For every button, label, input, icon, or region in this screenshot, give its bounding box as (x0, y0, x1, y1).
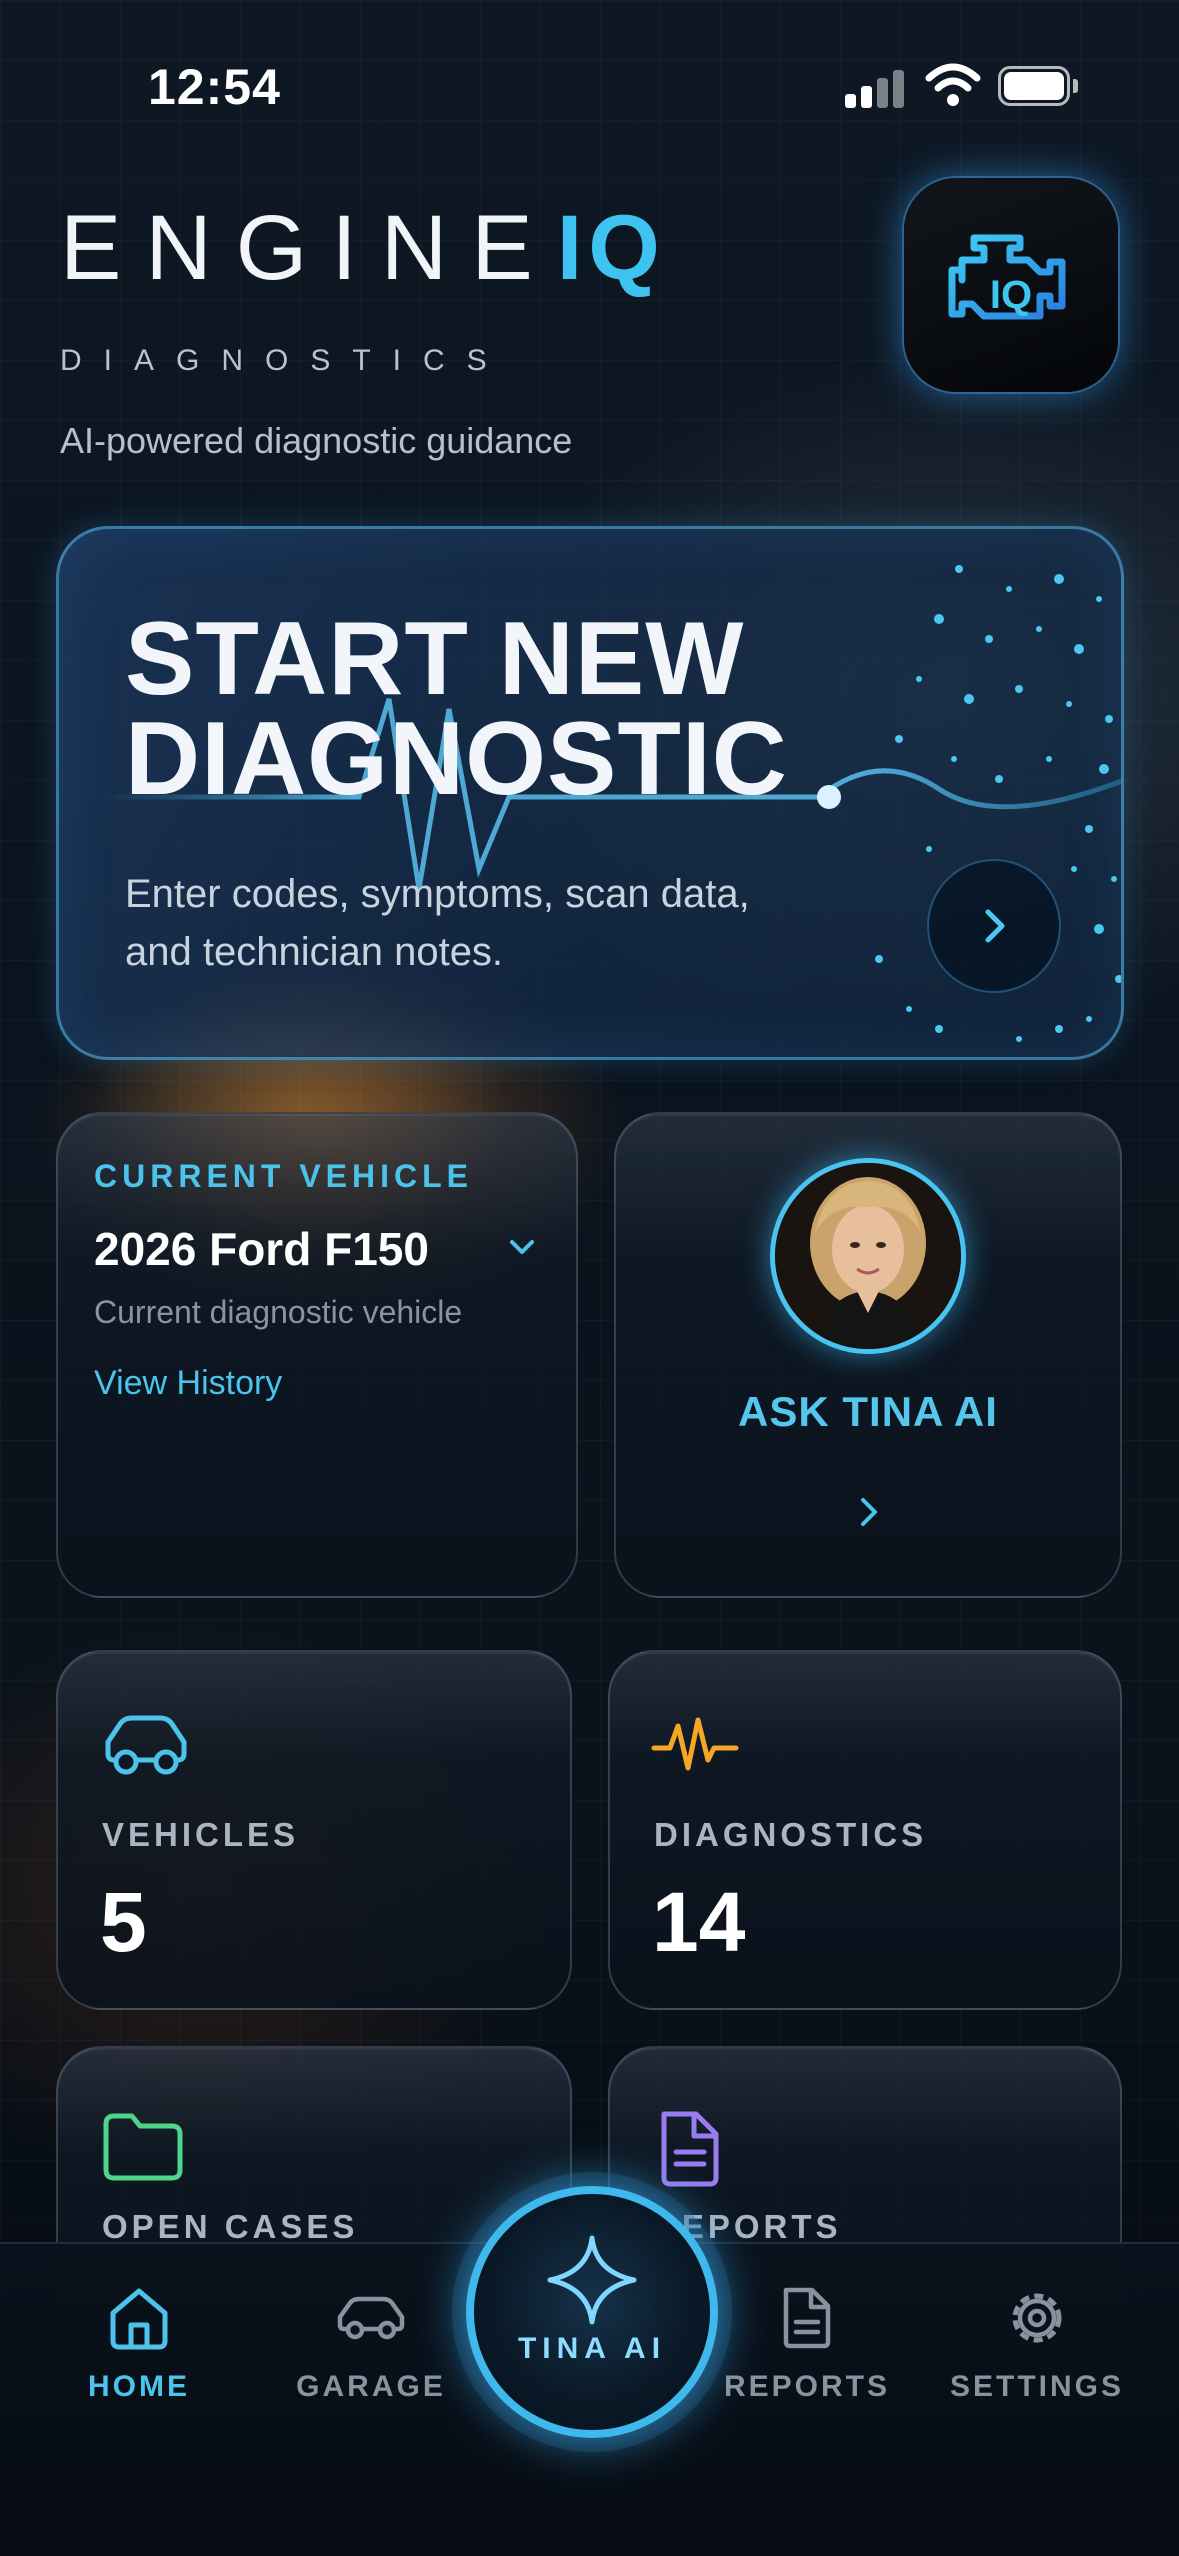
sparkle-icon (547, 2235, 637, 2325)
home-icon (110, 2288, 168, 2350)
tagline: AI-powered diagnostic guidance (60, 420, 573, 461)
vehicles-count: 5 (100, 1875, 147, 1969)
vehicles-label: VEHICLES (102, 1816, 300, 1853)
pulse-icon (651, 1717, 739, 1771)
tab-reports[interactable]: REPORTS (692, 2280, 922, 2430)
chevron-right-icon (861, 1498, 877, 1526)
car-icon (337, 2296, 405, 2340)
folder-icon (103, 2113, 183, 2181)
chevron-down-icon[interactable] (506, 1236, 538, 1260)
tab-garage-label: GARAGE (296, 2370, 446, 2403)
tab-garage[interactable]: GARAGE (256, 2280, 486, 2430)
tab-settings-label: SETTINGS (949, 2370, 1124, 2403)
brand-accent: IQ (556, 197, 666, 299)
vehicle-name[interactable]: 2026 Ford F150 (94, 1222, 429, 1276)
svg-text:IQ: IQ (990, 273, 1032, 317)
app-logo[interactable]: IQ (904, 178, 1118, 392)
hero-title-line2: DIAGNOSTIC (125, 701, 788, 817)
gear-icon (1012, 2293, 1062, 2343)
hero-title-line1: START NEW (125, 601, 745, 717)
car-icon (105, 1715, 187, 1775)
diagnostics-label: DIAGNOSTICS (654, 1816, 928, 1853)
battery-icon (998, 66, 1078, 106)
tab-home[interactable]: HOME (24, 2280, 254, 2430)
diagnostics-stat-card[interactable]: DIAGNOSTICS 14 (608, 1650, 1122, 2010)
chevron-right-icon (985, 909, 1005, 943)
current-vehicle-label: CURRENT VEHICLE (94, 1158, 474, 1194)
status-time: 12:54 (148, 59, 281, 115)
tab-home-label: HOME (88, 2370, 190, 2403)
wifi-icon (925, 63, 981, 106)
vehicle-subtitle: Current diagnostic vehicle (94, 1294, 463, 1330)
document-icon (783, 2287, 831, 2349)
engine-icon: IQ (948, 234, 1066, 320)
start-diagnostic-button[interactable] (927, 859, 1061, 993)
tab-settings[interactable]: SETTINGS (922, 2280, 1152, 2430)
tina-ai-label: TINA AI (517, 2332, 667, 2365)
current-vehicle-card[interactable]: CURRENT VEHICLE 2026 Ford F150 Current d… (56, 1112, 578, 1598)
ask-tina-label: ASK TINA AI (738, 1388, 998, 1435)
cellular-signal-icon (845, 68, 905, 108)
diagnostics-count: 14 (652, 1875, 746, 1969)
vehicles-stat-card[interactable]: VEHICLES 5 (56, 1650, 572, 2010)
ask-tina-card[interactable]: ASK TINA AI (614, 1112, 1122, 1598)
start-diagnostic-card[interactable]: START NEW DIAGNOSTIC Enter codes, sympto… (56, 526, 1124, 1060)
brand-subtitle: DIAGNOSTICS (60, 344, 509, 377)
tina-ai-button[interactable]: TINA AI (466, 2186, 718, 2438)
view-history-link[interactable]: View History (94, 1364, 282, 1403)
hero-title: START NEW DIAGNOSTIC (125, 601, 788, 817)
tab-reports-label: REPORTS (723, 2370, 891, 2403)
brand-main: ENGINE (60, 197, 557, 299)
hero-description: Enter codes, symptoms, scan data, and te… (125, 872, 750, 974)
document-icon (661, 2111, 719, 2187)
brand-logo: ENGINEIQ (60, 196, 666, 301)
tina-avatar (770, 1158, 966, 1354)
open-cases-label: OPEN CASES (102, 2208, 359, 2245)
